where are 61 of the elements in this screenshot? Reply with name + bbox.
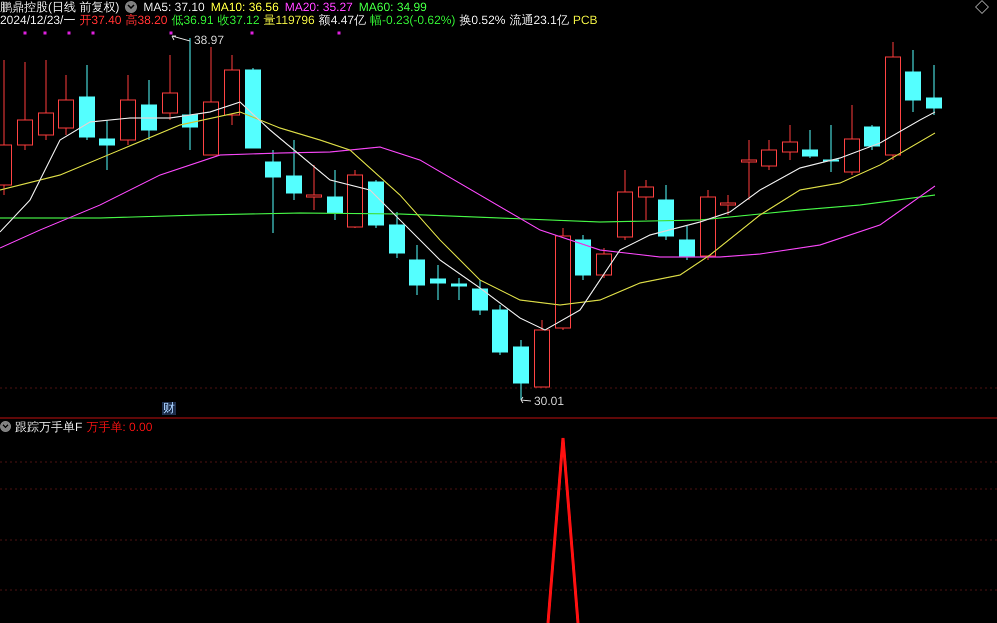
candlestick [120, 74, 136, 146]
ma-label: MA5: 37.10 [143, 0, 205, 14]
price-label: 38.97 [194, 33, 224, 47]
candlestick [926, 64, 942, 116]
ma-label: MA10: 36.56 [210, 0, 279, 14]
quote-field: 低36.91 [171, 13, 214, 27]
candlestick [617, 170, 633, 240]
candlestick [638, 180, 654, 220]
candlestick [162, 54, 178, 120]
quote-field: 量119796 [264, 13, 315, 27]
pointer-icon [172, 36, 190, 42]
candlestick [430, 264, 446, 300]
event-badge: 财 [162, 402, 176, 415]
candlestick [823, 124, 839, 172]
pointer-icon [520, 396, 532, 404]
candlestick [534, 320, 550, 388]
candlestick [492, 304, 508, 356]
candlestick [451, 278, 467, 300]
candlestick [679, 224, 695, 260]
ma-label: MA20: 35.27 [284, 0, 353, 14]
candlestick [741, 140, 757, 200]
stock-name: 鹏鼎控股(日线 前复权) [0, 0, 120, 14]
quote-field: 收37.12 [218, 13, 260, 27]
candlestick [864, 124, 880, 150]
ma-label: MA60: 34.99 [358, 0, 427, 14]
candlestick [513, 340, 529, 400]
candlestick [389, 212, 405, 258]
quote-field: 额4.47亿 [318, 13, 366, 27]
candlestick [596, 248, 612, 278]
indicator-reading: 万手单: 0.00 [86, 418, 152, 436]
quote-field: PCB [572, 13, 598, 27]
quote-field: 换0.52% [459, 13, 506, 27]
indicator-name: 跟踪万手单F [15, 418, 82, 436]
quote-field: 幅-0.23(-0.62%) [370, 13, 456, 27]
dropdown-icon[interactable] [125, 1, 138, 13]
quote-field: 高38.20 [125, 13, 168, 27]
candlestick [347, 170, 363, 228]
candlestick [844, 104, 860, 176]
candlestick [409, 244, 425, 296]
candlestick [141, 80, 157, 140]
candlestick [720, 194, 736, 216]
candlestick [99, 120, 115, 170]
quote-field: 开37.40 [79, 13, 122, 27]
candlestick [224, 54, 240, 126]
candlestick [368, 180, 384, 228]
quote-field: 流通23.1亿 [509, 13, 569, 27]
candlestick [782, 124, 798, 160]
candlestick [286, 140, 302, 200]
candlestick [327, 170, 343, 220]
candlestick [700, 190, 716, 260]
candlestick [658, 184, 674, 240]
candlestick [472, 280, 488, 316]
candlestick [802, 130, 818, 158]
quote-date: 2024/12/23/一 [0, 13, 76, 27]
candlestick [905, 50, 921, 112]
candlestick [761, 140, 777, 170]
candlestick [306, 164, 322, 210]
dropdown-icon[interactable] [0, 421, 11, 432]
price-label: 30.01 [534, 394, 564, 408]
candlestick [575, 234, 591, 280]
candlestick [58, 74, 74, 136]
